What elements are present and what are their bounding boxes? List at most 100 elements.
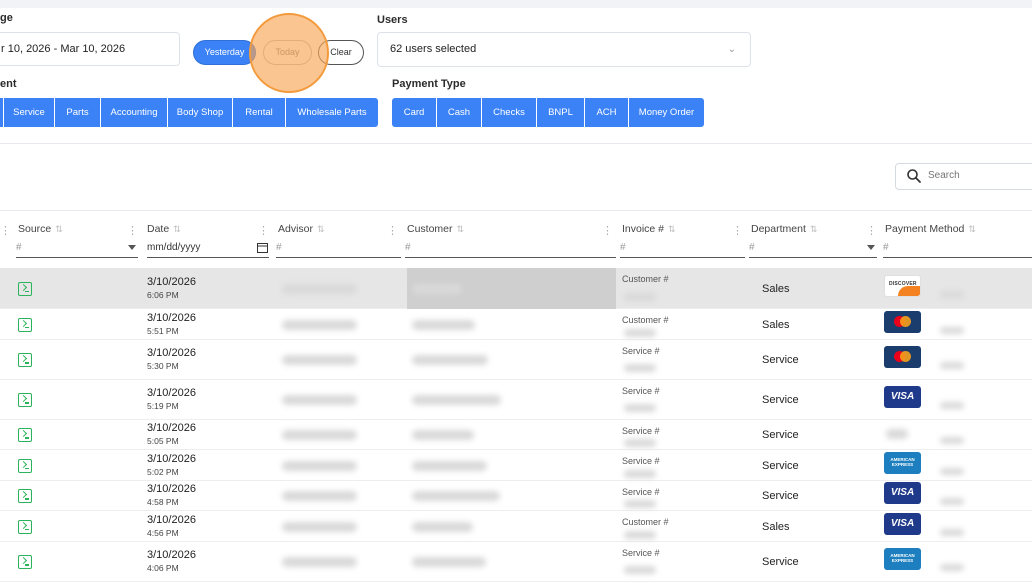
advisor-redacted (282, 319, 357, 330)
today-button[interactable]: Today (263, 40, 312, 65)
search-input[interactable] (926, 169, 1032, 182)
filter-department[interactable]: # (749, 239, 877, 258)
card-brand-text: AMERICAN EXPRESS (890, 553, 915, 563)
invoice-number-redacted (624, 469, 656, 478)
visa-card-icon: VISA (884, 386, 921, 408)
customer-redacted (412, 319, 475, 330)
row-date: 3/10/2026 (147, 275, 196, 288)
yesterday-button[interactable]: Yesterday (193, 40, 256, 65)
caret-down-icon (128, 245, 136, 250)
table-row[interactable]: 3/10/2026 5:02 PM Service # Service AMERICAN… (0, 450, 1032, 481)
terminal-icon (18, 393, 32, 407)
header-source[interactable]: Source ⇅ (18, 223, 63, 235)
department-button-rental[interactable]: Rental (233, 98, 286, 127)
row-date: 3/10/2026 (147, 483, 196, 495)
column-menu-icon[interactable]: ⋮ (387, 224, 398, 237)
column-menu-icon[interactable]: ⋮ (127, 224, 138, 237)
row-department: Service (762, 429, 799, 441)
header-date[interactable]: Date ⇅ (147, 223, 181, 235)
filter-date[interactable]: mm/dd/yyyy (147, 239, 269, 258)
users-select[interactable]: 62 users selected ⌄ (377, 32, 751, 67)
terminal-icon (18, 458, 32, 473)
table-row[interactable]: 3/10/2026 5:30 PM Service # Service (0, 340, 1032, 380)
payment-button-bnpl[interactable]: BNPL (537, 98, 585, 127)
filter-invoice[interactable]: # (620, 239, 745, 258)
sort-icon[interactable]: ⇅ (173, 224, 181, 234)
card-brand-text: DISCOVER (889, 280, 917, 287)
department-button-accounting[interactable]: Accounting (101, 98, 168, 127)
column-menu-icon[interactable]: ⋮ (732, 224, 743, 237)
column-menu-icon[interactable]: ⋮ (258, 224, 269, 237)
department-button-wholesale-parts[interactable]: Wholesale Parts (286, 98, 378, 127)
sort-icon[interactable]: ⇅ (968, 224, 976, 234)
header-customer[interactable]: Customer ⇅ (407, 223, 464, 235)
payment-button-ach[interactable]: ACH (585, 98, 629, 127)
terminal-icon (18, 428, 32, 442)
table-row[interactable]: 3/10/2026 5:51 PM Customer # Sales (0, 309, 1032, 340)
row-time: 5:02 PM (147, 466, 179, 477)
row-time: 5:51 PM (147, 325, 179, 336)
invoice-label: Service # (622, 487, 660, 497)
filter-advisor[interactable]: # (276, 239, 401, 258)
header-invoice[interactable]: Invoice # ⇅ (622, 223, 676, 235)
terminal-icon (18, 489, 32, 503)
invoice-number-redacted (624, 439, 656, 447)
sort-icon[interactable]: ⇅ (317, 224, 325, 234)
advisor-redacted (282, 395, 357, 405)
row-time: 4:56 PM (147, 527, 179, 538)
department-button-service[interactable]: Service (4, 98, 55, 127)
table-row[interactable]: 3/10/2026 5:05 PM Service # Service (0, 420, 1032, 450)
users-label: Users (377, 14, 408, 26)
table-row[interactable]: 3/10/2026 4:56 PM Customer # Sales VISA (0, 511, 1032, 542)
search-icon (907, 169, 921, 183)
customer-redacted (412, 430, 474, 440)
payment-button-money-order[interactable]: Money Order (629, 98, 704, 127)
sort-icon[interactable]: ⇅ (55, 224, 63, 234)
row-time: 5:30 PM (147, 361, 179, 371)
invoice-label: Customer # (622, 315, 669, 325)
invoice-label: Service # (622, 456, 660, 466)
table-row[interactable]: 3/10/2026 5:19 PM Service # Service VISA (0, 380, 1032, 420)
department-button-parts[interactable]: Parts (55, 98, 101, 127)
row-date: 3/10/2026 (147, 311, 196, 324)
table-row[interactable]: 3/10/2026 4:06 PM Service # Service AMERICAN… (0, 542, 1032, 582)
card-last4-redacted (940, 362, 964, 369)
sort-icon[interactable]: ⇅ (457, 224, 465, 234)
column-menu-icon[interactable]: ⋮ (866, 224, 877, 237)
table-row[interactable]: 3/10/2026 4:58 PM Service # Service VISA (0, 481, 1032, 511)
sort-icon[interactable]: ⇅ (668, 224, 676, 234)
column-menu-icon[interactable]: ⋮ (0, 224, 11, 237)
search-box[interactable] (895, 163, 1032, 190)
header-payment-method[interactable]: Payment Method ⇅ (885, 223, 976, 235)
header-department[interactable]: Department ⇅ (751, 223, 817, 235)
row-date: 3/10/2026 (147, 452, 196, 465)
invoice-label: Customer # (622, 517, 669, 527)
filter-payment-method[interactable]: # (883, 239, 1032, 258)
column-menu-icon[interactable]: ⋮ (602, 224, 613, 237)
customer-redacted (412, 355, 488, 365)
date-range-input[interactable]: r 10, 2026 - Mar 10, 2026 (0, 32, 180, 66)
row-time: 5:05 PM (147, 436, 179, 446)
payment-button-cash[interactable]: Cash (437, 98, 482, 127)
card-brand-text: AMERICAN EXPRESS (890, 456, 915, 467)
filter-customer[interactable]: # (405, 239, 616, 258)
calendar-icon[interactable] (257, 242, 268, 253)
payment-button-card[interactable]: Card (392, 98, 437, 127)
filter-source[interactable]: # (16, 239, 138, 258)
header-advisor[interactable]: Advisor ⇅ (278, 223, 325, 235)
clear-button[interactable]: Clear (318, 40, 364, 65)
chevron-down-icon: ⌄ (727, 44, 736, 55)
payment-button-checks[interactable]: Checks (482, 98, 537, 127)
terminal-icon (18, 555, 32, 569)
row-department: Service (762, 490, 799, 502)
date-range-label: ge (0, 12, 13, 24)
invoice-number-redacted (624, 404, 656, 412)
department-button-body-shop[interactable]: Body Shop (168, 98, 233, 127)
sort-icon[interactable]: ⇅ (810, 224, 818, 234)
row-date: 3/10/2026 (147, 387, 196, 399)
department-label: ent (0, 78, 17, 90)
advisor-redacted (282, 460, 357, 471)
table-row[interactable]: 3/10/2026 6:06 PM Customer # Sales DISCOVER (0, 268, 1032, 309)
row-department: Service (762, 556, 799, 568)
row-department: Service (762, 394, 799, 406)
